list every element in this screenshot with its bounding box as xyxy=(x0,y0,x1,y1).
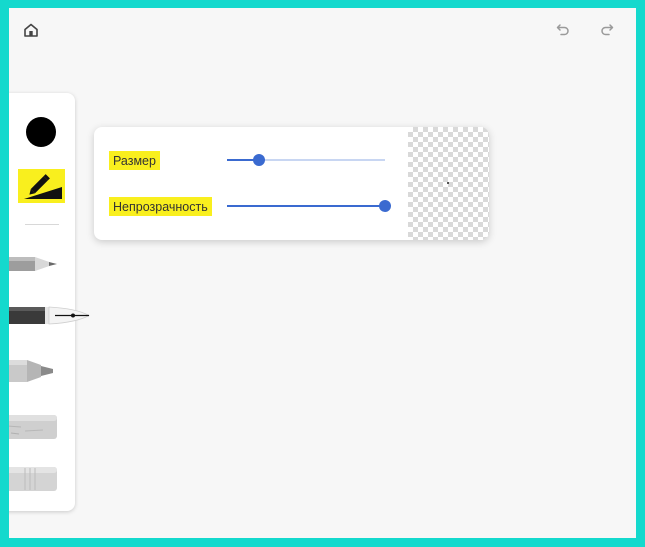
pen-tool[interactable] xyxy=(9,302,93,335)
pen-settings-panel: Размер Непрозрачность xyxy=(94,127,489,240)
color-picker-button[interactable] xyxy=(26,117,56,147)
pencil-size-icon xyxy=(24,174,62,199)
tool-panel xyxy=(9,93,90,511)
toolbar-divider xyxy=(25,224,59,225)
size-slider-thumb[interactable] xyxy=(252,154,265,166)
pen-settings-button[interactable] xyxy=(18,169,65,203)
redo-icon xyxy=(601,24,614,36)
chalk-icon xyxy=(9,415,57,439)
highlight-frame: Размер Непрозрачность xyxy=(0,0,645,547)
marker-tool[interactable] xyxy=(9,356,67,391)
pencil-icon xyxy=(9,257,57,271)
opacity-slider-fill xyxy=(227,205,385,207)
eraser-icon xyxy=(9,467,57,491)
home-button[interactable] xyxy=(17,16,45,44)
opacity-slider-thumb[interactable] xyxy=(379,200,391,212)
undo-button[interactable] xyxy=(549,16,577,44)
size-slider[interactable] xyxy=(227,153,385,167)
opacity-label: Непрозрачность xyxy=(109,197,212,216)
drawing-canvas[interactable]: Размер Непрозрачность xyxy=(9,8,636,538)
pencil-tool[interactable] xyxy=(9,251,67,282)
marker-icon xyxy=(9,360,53,382)
eraser-tool[interactable] xyxy=(9,464,67,499)
size-label: Размер xyxy=(109,151,160,170)
home-icon xyxy=(24,23,38,37)
undo-icon xyxy=(556,24,569,36)
opacity-slider[interactable] xyxy=(227,199,391,213)
stroke-preview xyxy=(408,127,489,240)
redo-button[interactable] xyxy=(593,16,621,44)
chalk-tool[interactable] xyxy=(9,412,67,447)
pen-icon xyxy=(9,306,90,325)
stroke-preview-dot xyxy=(447,182,449,184)
